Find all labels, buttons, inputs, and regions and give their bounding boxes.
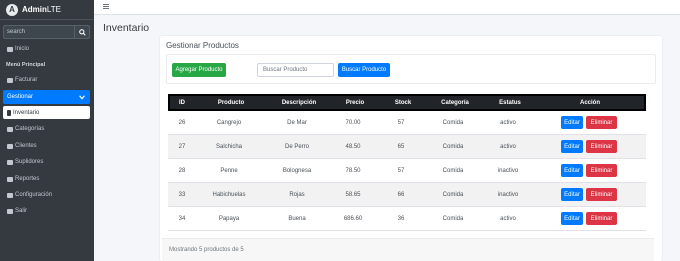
- table-row: 28 Penne Bolognesa 78.50 57 Comida inact…: [168, 159, 646, 183]
- sidebar-item-facturar[interactable]: Facturar: [3, 74, 90, 86]
- cell-producto: Cangrejo: [216, 120, 242, 126]
- cell-stock: 36: [397, 216, 405, 222]
- menu-toggle-icon[interactable]: [103, 4, 109, 9]
- cell-id: 27: [178, 144, 186, 150]
- cell-precio: 48.50: [345, 144, 361, 150]
- cell-categoria: Comida: [442, 216, 464, 222]
- cell-precio: 70.00: [345, 120, 361, 126]
- table-row: 33 Habichuelas Rojas 58.65 66 Comida ina…: [168, 183, 646, 207]
- header-stock: Stock: [394, 100, 412, 106]
- cell-producto: Papaya: [218, 216, 240, 222]
- edit-button[interactable]: Editar: [561, 212, 583, 225]
- page-title: Inventario: [103, 22, 150, 34]
- sidebar-header: Menú Principal: [6, 62, 46, 68]
- card-title: Gestionar Productos: [166, 41, 239, 50]
- results-count: Mostrando 5 productos de 5: [169, 247, 244, 253]
- edit-button[interactable]: Editar: [561, 164, 583, 177]
- header-descripcion: Descripción: [281, 100, 317, 106]
- header-estatus: Estatus: [499, 100, 521, 106]
- sidebar-item-suplidores[interactable]: Suplidores: [3, 156, 90, 168]
- sidebar-item-categorias[interactable]: Categorías: [3, 123, 90, 135]
- edit-button[interactable]: Editar: [561, 116, 583, 129]
- cell-producto: Salchicha: [215, 144, 242, 150]
- cell-categoria: Comida: [442, 120, 464, 126]
- cell-categoria: Comida: [442, 144, 464, 150]
- cell-estatus: activo: [500, 144, 516, 150]
- sidebar-item-clientes[interactable]: Clientes: [3, 140, 90, 152]
- cell-descripcion: Buena: [288, 216, 306, 222]
- cell-descripcion: Bolognesa: [282, 168, 312, 174]
- card-footer: Mostrando 5 productos de 5: [162, 238, 654, 261]
- cell-precio: 58.65: [345, 192, 361, 198]
- sidebar-search-input[interactable]: search: [3, 25, 74, 39]
- header-accion: Acción: [579, 100, 600, 106]
- sidebar-item-inventario[interactable]: Inventario: [3, 106, 90, 119]
- home-icon: [7, 46, 13, 52]
- table-header: ID Producto Descripción Precio Stock Cat…: [168, 94, 646, 111]
- cell-estatus: activo: [500, 120, 516, 126]
- chevron-down-icon: [79, 94, 85, 100]
- cell-descripcion: Rojas: [289, 192, 305, 198]
- sidebar-search-button[interactable]: [74, 25, 90, 39]
- products-card: Gestionar Productos Agregar Producto Bus…: [160, 36, 662, 261]
- header-producto: Producto: [217, 100, 245, 106]
- delete-button[interactable]: Eliminar: [586, 116, 617, 129]
- table-row: 26 Cangrejo De Mar 70.00 57 Comida activ…: [168, 111, 646, 135]
- topbar: [94, 0, 680, 15]
- delete-button[interactable]: Eliminar: [586, 212, 617, 225]
- brand-logo: A: [6, 3, 18, 16]
- table-row: 34 Papaya Buena 686.60 36 Comida activo …: [168, 207, 646, 231]
- cell-producto: Habichuelas: [212, 192, 246, 198]
- delete-button[interactable]: Eliminar: [586, 164, 617, 177]
- brand-name: AdminLTE: [22, 5, 61, 14]
- cart-icon: [7, 77, 13, 83]
- cell-precio: 686.60: [343, 216, 363, 222]
- cell-categoria: Comida: [442, 192, 464, 198]
- edit-button[interactable]: Editar: [561, 140, 583, 153]
- cell-descripcion: De Mar: [287, 120, 307, 126]
- search-product-button[interactable]: Buscar Producto: [338, 63, 390, 77]
- cell-stock: 65: [397, 144, 405, 150]
- add-product-button[interactable]: Agregar Producto: [172, 63, 226, 77]
- sidebar-search: search: [3, 25, 90, 39]
- cell-producto: Penne: [220, 168, 238, 174]
- delete-button[interactable]: Eliminar: [586, 188, 617, 201]
- header-precio: Precio: [345, 100, 365, 106]
- clipboard-icon: [7, 109, 11, 116]
- gear-icon: [7, 192, 13, 198]
- search-icon: [78, 28, 86, 36]
- sidebar-item-salir[interactable]: Salir: [3, 205, 90, 217]
- cell-stock: 66: [397, 192, 405, 198]
- cell-id: 33: [178, 192, 186, 198]
- cell-estatus: activo: [500, 216, 516, 222]
- table-row: 27 Salchicha De Perro 48.50 65 Comida ac…: [168, 135, 646, 159]
- sidebar-item-reportes[interactable]: Reportes: [3, 173, 90, 185]
- chart-icon: [7, 176, 13, 182]
- delete-button[interactable]: Eliminar: [586, 140, 617, 153]
- cell-precio: 78.50: [345, 168, 361, 174]
- cell-id: 28: [178, 168, 186, 174]
- edit-button[interactable]: Editar: [561, 188, 583, 201]
- toolbar: Agregar Producto Buscar Producto Buscar …: [166, 54, 656, 84]
- brand[interactable]: A AdminLTE: [0, 0, 94, 20]
- cell-estatus: inactivo: [497, 168, 519, 174]
- cell-estatus: inactivo: [497, 192, 519, 198]
- cell-stock: 57: [397, 168, 405, 174]
- sidebar-item-configuracion[interactable]: Configuración: [3, 189, 90, 201]
- sidebar-item-inicio[interactable]: Inicio: [3, 43, 90, 55]
- product-search-input[interactable]: Buscar Producto: [257, 63, 334, 77]
- users-icon: [7, 143, 13, 149]
- cell-stock: 57: [397, 120, 405, 126]
- sidebar-item-gestionar[interactable]: Gestionar: [3, 90, 90, 104]
- truck-icon: [7, 159, 13, 165]
- sidebar: A AdminLTE search Inicio Menú Principal …: [0, 0, 94, 261]
- cell-id: 34: [178, 216, 186, 222]
- header-id: ID: [179, 100, 185, 106]
- header-categoria: Categoría: [441, 100, 469, 106]
- cell-descripcion: De Perro: [284, 144, 309, 150]
- cart-icon: [7, 208, 13, 214]
- list-icon: [7, 126, 13, 132]
- cell-id: 26: [178, 120, 186, 126]
- cell-categoria: Comida: [442, 168, 464, 174]
